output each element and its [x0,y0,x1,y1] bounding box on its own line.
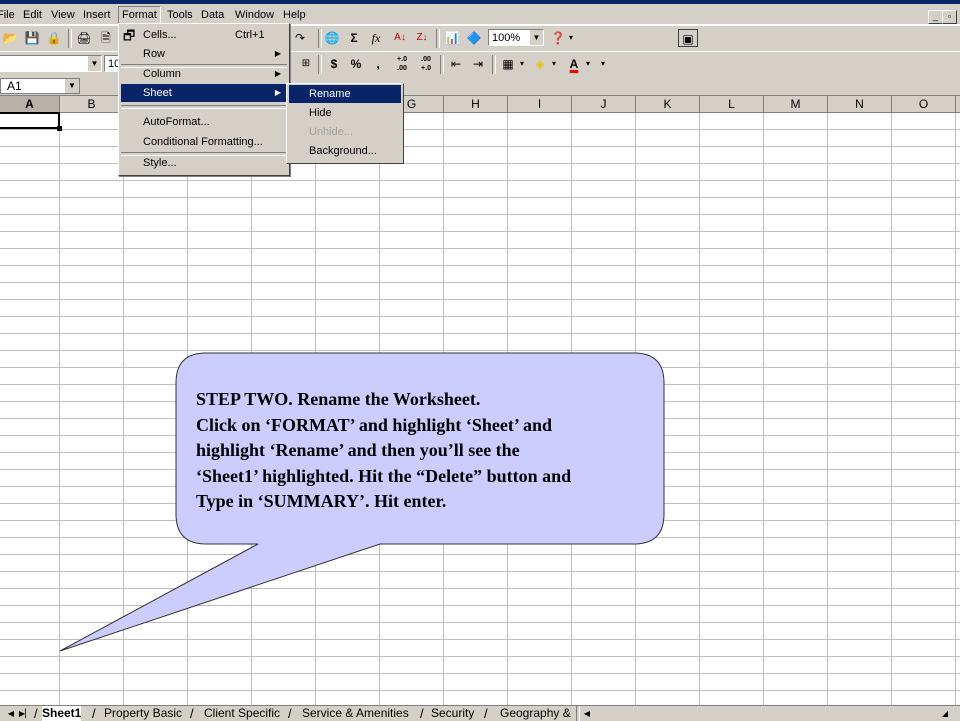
menu-item-label: Style... [143,157,177,169]
callout-line: STEP TWO. Rename the Worksheet. [196,389,481,409]
menu-separator [121,105,287,109]
menu-item-sheet[interactable]: Sheet ▶ [121,84,287,102]
menu-item-conditional-formatting[interactable]: Conditional Formatting... [121,133,287,151]
menu-item-autoformat[interactable]: AutoFormat... [121,113,287,131]
submenu-arrow-icon: ▶ [274,88,281,97]
callout-line: Type in ‘SUMMARY’. Hit enter. [196,491,447,511]
menu-item-label: Row [143,48,166,60]
menu-item-shortcut: Ctrl+1 [235,29,265,41]
sheet-tab-sheet1[interactable]: Sheet1 [42,706,82,721]
tab-divider: / [34,706,38,721]
callout-line: highlight ‘Rename’ and then you’ll see t… [196,440,520,460]
menu-item-row[interactable]: Row ▶ [121,45,287,63]
tab-scroll-first-icon[interactable]: ◀ [4,707,18,720]
sheet-tab-bar: ◀ ▶▏ / Sheet1 / Property Basic / Client … [0,705,960,721]
resize-grip-icon[interactable]: ◢ [938,707,952,720]
menu-item-label: Column [143,68,181,80]
submenu-arrow-icon: ▶ [274,49,281,58]
sheet-submenu: Rename Hide Unhide... Background... [286,83,404,164]
submenu-item-background[interactable]: Background... [289,142,401,160]
submenu-item-unhide: Unhide... [289,123,401,141]
sheet-tab-client-specific[interactable]: Client Specific [204,706,280,721]
callout-line: ‘Sheet1’ highlighted. Hit the “Delete” b… [196,465,572,486]
tab-divider: / [484,706,488,721]
tab-divider: / [92,706,96,721]
submenu-item-label: Rename [309,88,351,100]
submenu-item-rename[interactable]: Rename [289,85,401,103]
callout-text: STEP TWO. Rename the Worksheet. Click on… [196,387,656,515]
menu-item-label: AutoFormat... [143,116,210,128]
tab-divider: / [420,706,424,721]
format-menu: 🗗 Cells... Ctrl+1 Row ▶ Column ▶ Sheet ▶… [118,23,290,176]
scroll-left-icon[interactable]: ◀ [580,707,594,720]
tab-divider: / [190,706,194,721]
menu-item-label: Cells... [143,29,177,41]
sheet-tab-property-basic[interactable]: Property Basic [104,706,182,721]
submenu-item-hide[interactable]: Hide [289,104,401,122]
submenu-arrow-icon: ▶ [274,69,281,78]
menu-item-cells[interactable]: Cells... Ctrl+1 [121,26,287,44]
menu-item-column[interactable]: Column ▶ [121,65,287,83]
sheet-tab-service-amenities[interactable]: Service & Amenities [302,706,409,721]
submenu-item-label: Background... [309,145,377,157]
callout-line: Click on ‘FORMAT’ and highlight ‘Sheet’ … [196,414,553,435]
sheet-tab-geography[interactable]: Geography & [500,706,571,721]
sheet-tab-security[interactable]: Security [431,706,474,721]
menu-item-label: Conditional Formatting... [143,136,263,148]
tab-scroll-last-icon[interactable]: ▶▏ [18,707,32,720]
menu-item-style[interactable]: Style... [121,154,287,172]
submenu-item-label: Hide [309,107,332,119]
tab-divider: / [288,706,292,721]
menu-item-label: Sheet [143,87,172,99]
submenu-item-label: Unhide... [309,126,354,138]
